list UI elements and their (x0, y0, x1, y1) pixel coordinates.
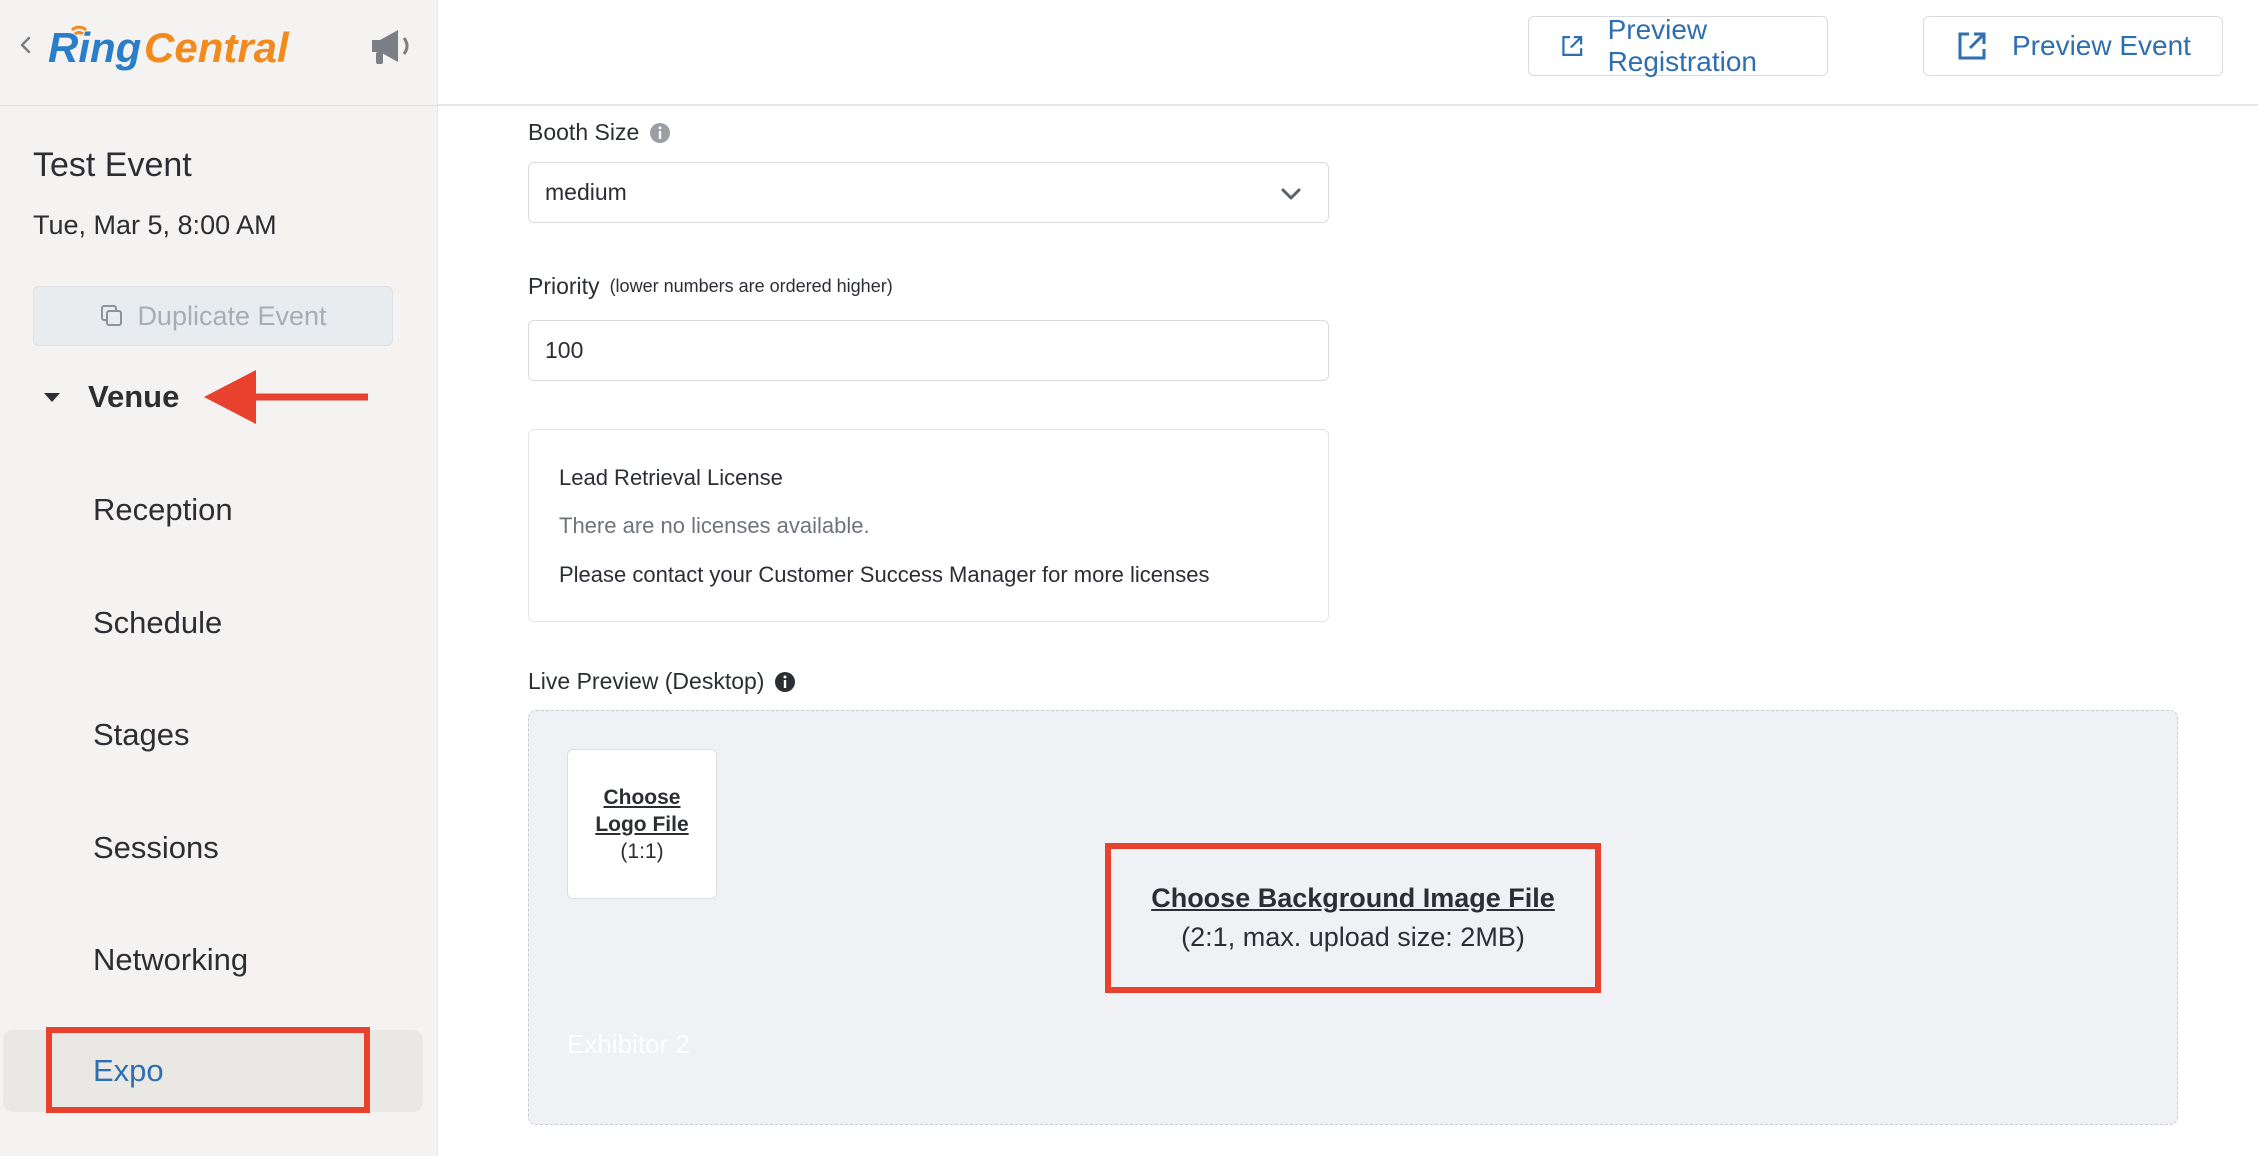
license-contact-text: Please contact your Customer Success Man… (559, 562, 1210, 587)
logo-ratio: (1:1) (620, 839, 664, 863)
info-icon[interactable] (774, 671, 796, 693)
exhibitor-name: Exhibitor 2 (567, 1029, 690, 1059)
priority-input[interactable]: 100 (528, 320, 1329, 381)
megaphone-icon[interactable] (368, 24, 418, 68)
venue-section-toggle[interactable]: Venue (38, 372, 179, 422)
live-preview-label: Live Preview (Desktop) (528, 668, 765, 694)
booth-size-label: Booth Size (528, 119, 640, 145)
license-none-text: There are no licenses available. (559, 513, 870, 538)
booth-size-value: medium (545, 179, 627, 205)
duplicate-event-label: Duplicate Event (137, 300, 327, 331)
top-header: Preview Registration Preview Event (438, 0, 2258, 106)
lead-retrieval-license-panel: Lead Retrieval License There are no lice… (528, 429, 1329, 622)
choose-logo-link-line2[interactable]: Logo File (595, 811, 688, 838)
annotation-highlight-expo (46, 1027, 370, 1113)
info-icon[interactable] (649, 122, 671, 144)
priority-value: 100 (545, 337, 584, 363)
booth-size-label-row: Booth Size (528, 119, 671, 146)
duplicate-event-button[interactable]: Duplicate Event (33, 286, 393, 346)
live-preview-label-row: Live Preview (Desktop) (528, 668, 796, 695)
choose-logo-tile[interactable]: Choose Logo File (1:1) (567, 749, 717, 899)
event-date: Tue, Mar 5, 8:00 AM (33, 210, 277, 240)
caret-down-icon (44, 393, 60, 402)
preview-event-button[interactable]: Preview Event (1923, 16, 2223, 76)
external-link-icon (1958, 32, 1986, 60)
sidebar-item-reception[interactable]: Reception (93, 492, 233, 528)
chevron-down-icon (1281, 188, 1301, 200)
priority-hint: (lower numbers are ordered higher) (609, 276, 893, 296)
preview-event-label: Preview Event (2012, 30, 2191, 61)
preview-registration-button[interactable]: Preview Registration (1528, 14, 1828, 77)
license-title: Lead Retrieval License (559, 465, 783, 490)
preview-registration-label: Preview Registration (1607, 14, 1757, 77)
booth-size-select[interactable]: medium (528, 162, 1329, 223)
sidebar-item-stages[interactable]: Stages (93, 717, 190, 753)
back-chevron-icon[interactable] (14, 30, 38, 60)
priority-label: Priority (528, 273, 600, 299)
duplicate-icon (101, 305, 123, 326)
event-title: Test Event (33, 146, 192, 184)
sidebar-item-sessions[interactable]: Sessions (93, 830, 219, 866)
sidebar-item-networking[interactable]: Networking (93, 942, 248, 978)
sidebar: Ring Central Test Event Tue, Mar 5, 8:00… (0, 0, 438, 1156)
choose-logo-link-line1[interactable]: Choose (603, 784, 680, 811)
svg-text:Ring: Ring (48, 24, 141, 71)
external-link-icon (1562, 36, 1583, 56)
ringcentral-logo[interactable]: Ring Central (48, 18, 312, 74)
sidebar-header: Ring Central (0, 0, 438, 106)
sidebar-item-schedule[interactable]: Schedule (93, 605, 222, 641)
venue-label: Venue (88, 379, 180, 414)
priority-label-row: Priority (lower numbers are ordered high… (528, 273, 893, 300)
annotation-highlight-background (1105, 843, 1601, 993)
svg-text:Central: Central (144, 24, 290, 71)
live-preview-area: Choose Logo File (1:1) Choose Background… (528, 710, 2178, 1125)
annotation-arrow-icon (204, 370, 368, 424)
